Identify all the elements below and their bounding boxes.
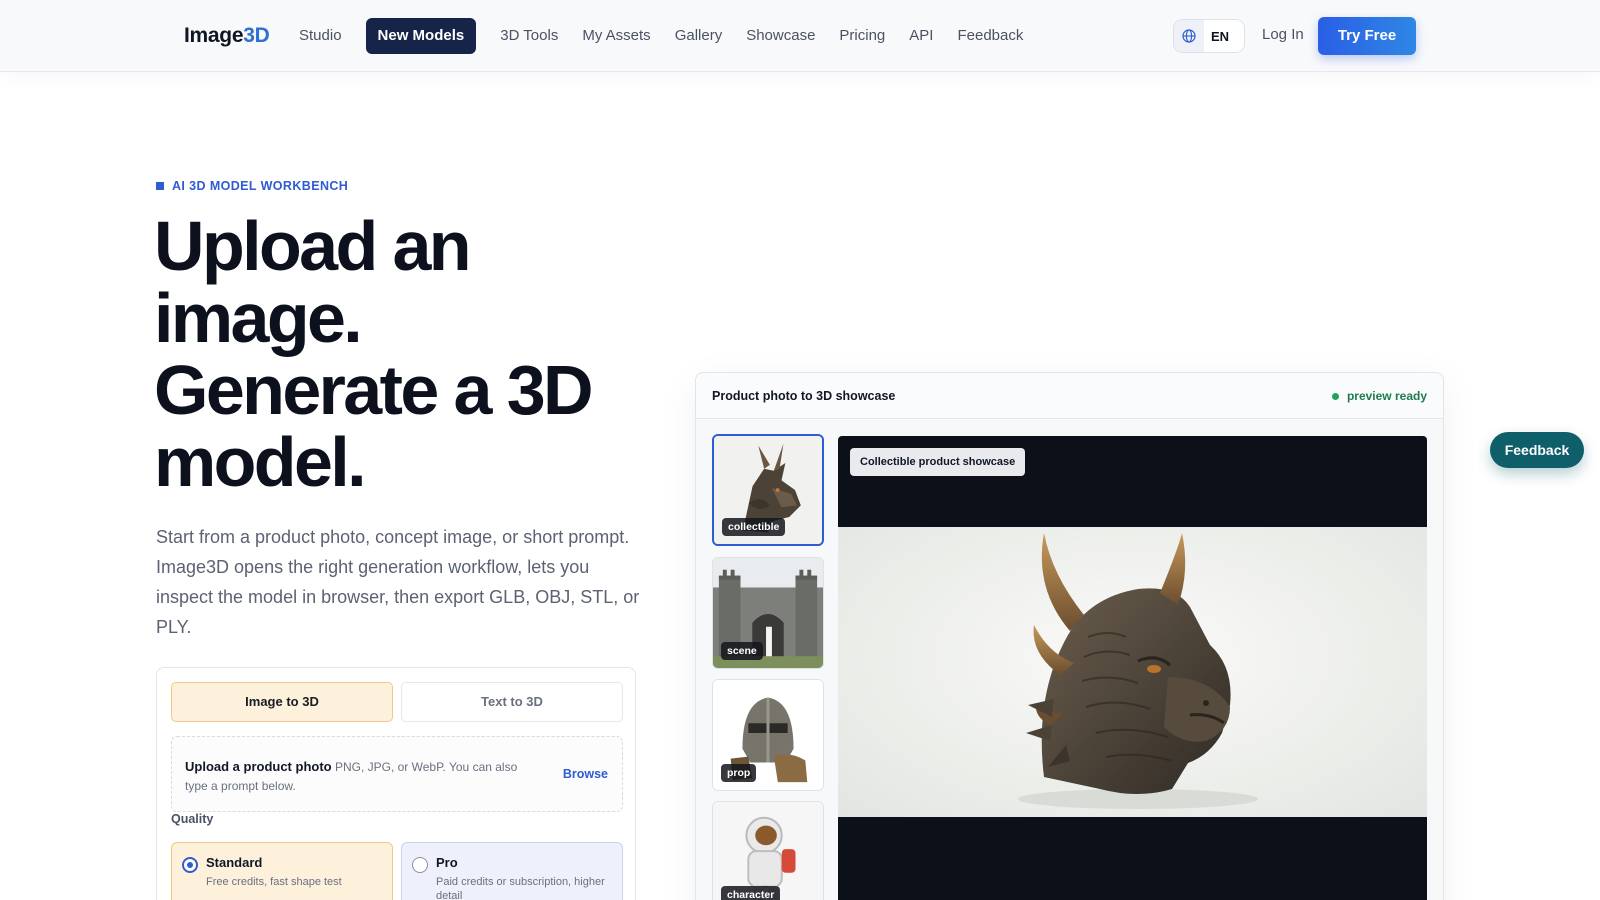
nav-item-gallery[interactable]: Gallery	[663, 18, 735, 54]
brand-logo[interactable]: Image3D	[184, 24, 270, 48]
thumbnail-collectible[interactable]: collectible	[712, 434, 824, 546]
eyebrow-text: AI 3D MODEL WORKBENCH	[172, 179, 349, 193]
main-nav: Studio New Models 3D Tools My Assets Gal…	[287, 18, 1035, 54]
thumbnail-prop[interactable]: prop	[712, 679, 824, 791]
top-navigation-bar: Image3D Studio New Models 3D Tools My As…	[0, 0, 1600, 72]
status-text: preview ready	[1346, 389, 1427, 403]
nav-item-studio[interactable]: Studio	[287, 18, 354, 54]
headline-line: Generate a 3D	[154, 351, 594, 429]
quality-option-standard[interactable]: Standard Free credits, fast shape test	[171, 842, 393, 900]
option-description: Paid credits or subscription, higher det…	[436, 876, 605, 900]
option-description: Free credits, fast shape test	[206, 876, 342, 888]
upload-title: Upload a product photo	[185, 759, 332, 774]
headline-line: model.	[154, 423, 367, 501]
nav-item-api[interactable]: API	[897, 18, 945, 54]
nav-item-new-models[interactable]: New Models	[365, 18, 477, 54]
hero-headline: Upload an image. Generate a 3D model.	[154, 210, 674, 498]
tab-text-to-3d[interactable]: Text to 3D	[401, 682, 623, 722]
upload-instructions: Upload a product photo PNG, JPG, or WebP…	[185, 757, 535, 796]
thumbnail-tag: character	[721, 886, 781, 900]
login-link[interactable]: Log In	[1262, 26, 1304, 43]
viewer-title-chip: Collectible product showcase	[850, 448, 1026, 476]
globe-icon	[1174, 20, 1204, 52]
brand-name-accent: 3D	[243, 24, 270, 47]
thumbnail-scene[interactable]: scene	[712, 557, 824, 669]
showcase-title: Product photo to 3D showcase	[712, 389, 896, 403]
hero-eyebrow: AI 3D MODEL WORKBENCH	[156, 179, 348, 193]
radio-selected-icon[interactable]	[182, 857, 198, 873]
thumbnail-character[interactable]: character	[712, 801, 824, 900]
thumbnail-tag: scene	[721, 642, 763, 660]
option-title: Standard	[206, 855, 263, 870]
hero-subtext: Start from a product photo, concept imag…	[156, 527, 640, 637]
language-switcher[interactable]: EN	[1173, 19, 1245, 53]
nav-item-pricing[interactable]: Pricing	[827, 18, 897, 54]
floating-feedback-button[interactable]: Feedback	[1490, 432, 1584, 468]
language-code: EN	[1211, 28, 1230, 44]
generation-workbench-card: Image to 3D Text to 3D Upload a product …	[156, 667, 636, 900]
nav-item-showcase[interactable]: Showcase	[734, 18, 827, 54]
eyebrow-square-icon	[156, 182, 164, 190]
showcase-header: Product photo to 3D showcase preview rea…	[696, 373, 1443, 419]
quality-label: Quality	[171, 812, 214, 826]
brand-name-main: Image	[184, 24, 244, 47]
nav-item-feedback[interactable]: Feedback	[945, 18, 1035, 54]
nav-item-3d-tools[interactable]: 3D Tools	[488, 18, 570, 54]
model-viewer[interactable]: Collectible product showcase	[838, 436, 1427, 900]
status-dot-icon	[1331, 392, 1339, 400]
browse-button[interactable]: Browse	[563, 767, 608, 781]
thumbnail-tag: collectible	[722, 518, 786, 536]
headline-line: image.	[154, 279, 363, 357]
tab-image-to-3d[interactable]: Image to 3D	[171, 682, 393, 722]
option-title: Pro	[436, 855, 458, 870]
viewer-stage[interactable]	[838, 527, 1427, 817]
upload-dropzone[interactable]: Upload a product photo PNG, JPG, or WebP…	[171, 736, 623, 812]
quality-option-pro[interactable]: Pro Paid credits or subscription, higher…	[401, 842, 623, 900]
nav-item-my-assets[interactable]: My Assets	[570, 18, 662, 54]
dragon-head-model-icon	[1018, 533, 1258, 809]
radio-unselected-icon[interactable]	[412, 857, 428, 873]
preview-status: preview ready	[1331, 389, 1427, 403]
try-free-button[interactable]: Try Free	[1318, 17, 1416, 55]
showcase-panel: Product photo to 3D showcase preview rea…	[695, 372, 1444, 900]
headline-line: Upload an	[154, 207, 472, 285]
thumbnail-tag: prop	[721, 764, 757, 782]
